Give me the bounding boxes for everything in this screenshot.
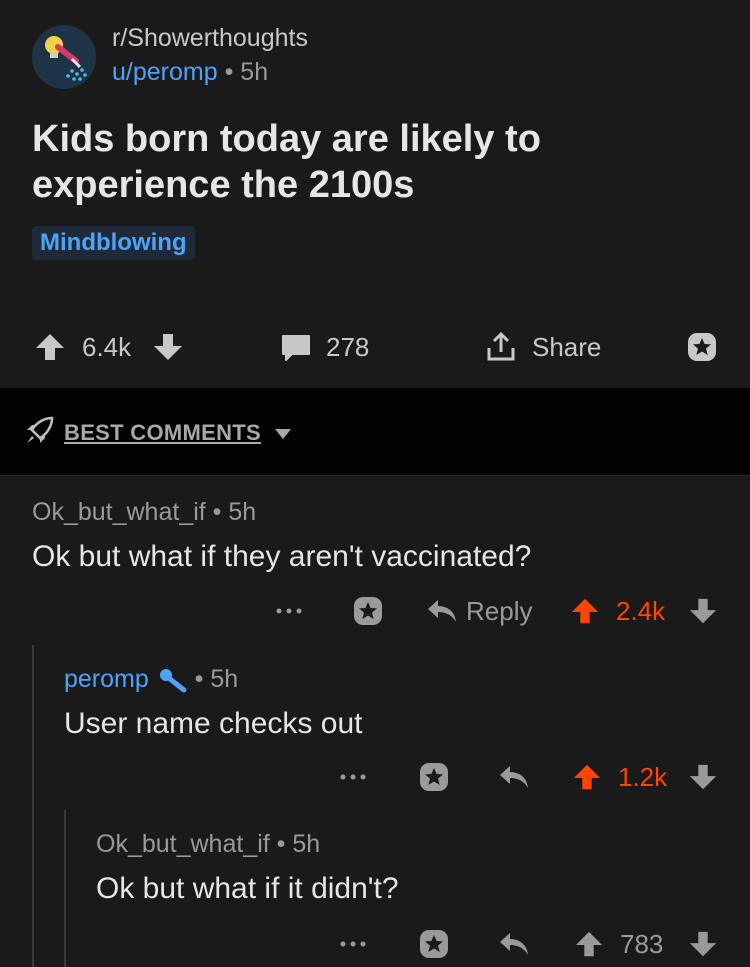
reply-button[interactable]: Reply (426, 591, 532, 631)
comment-award-button[interactable] (352, 591, 384, 631)
more-dots-icon (276, 608, 302, 614)
comment-sort-bar: BEST COMMENTS (0, 388, 750, 476)
award-icon (420, 930, 448, 958)
comment-author[interactable]: Ok_but_what_if (96, 830, 270, 858)
upvote-icon (573, 764, 601, 790)
comment-award-button[interactable] (418, 924, 450, 964)
byline-separator: • (224, 58, 234, 86)
comment-body: Ok but what if it didn't? (96, 872, 399, 905)
comment-age: 5h (210, 665, 239, 693)
downvote-icon (689, 598, 717, 624)
award-icon (354, 597, 382, 625)
post-title[interactable]: Kids born today are likely to experience… (32, 116, 712, 208)
award-icon (420, 763, 448, 791)
reply-label: Reply (466, 595, 533, 626)
comment-score: 1.2k (618, 761, 668, 792)
more-dots-icon (340, 941, 366, 947)
post-upvote-button[interactable] (34, 322, 66, 372)
reply-button[interactable] (498, 924, 530, 964)
post-comments-button[interactable]: 278 (280, 322, 369, 372)
post-score: 6.4k (82, 331, 132, 362)
subreddit-avatar-icon[interactable] (32, 25, 96, 89)
comment-upvote-button[interactable] (572, 757, 602, 797)
comment-score: 783 (620, 928, 664, 959)
reply-icon (428, 600, 456, 622)
subreddit-name[interactable]: r/Showerthoughts (112, 24, 308, 53)
comment-3: Ok_but_what_if • 5h Ok but what if it di… (0, 810, 750, 967)
meta-separator: • (276, 830, 286, 858)
comment-action-bar: 783 (0, 924, 750, 964)
rocket-icon (27, 416, 54, 443)
comment-1: Ok_but_what_if • 5h Ok but what if they … (0, 476, 750, 646)
downvote-icon (689, 931, 717, 957)
comment-body: User name checks out (64, 707, 363, 740)
post-card: r/Showerthoughts u/peromp • 5h Kids born… (0, 0, 750, 388)
comment-downvote-button[interactable] (688, 924, 718, 964)
microphone-icon (159, 669, 187, 693)
post-downvote-button[interactable] (152, 322, 184, 372)
comment-age: 5h (228, 498, 257, 526)
comment-action-bar: Reply 2.4k (0, 591, 750, 631)
meta-separator: • (194, 665, 204, 693)
reply-button[interactable] (498, 757, 530, 797)
comment-author[interactable]: Ok_but_what_if (32, 498, 206, 526)
comment-meta: peromp • 5h (64, 665, 238, 694)
comment-score: 2.4k (616, 595, 666, 626)
comment-icon (282, 335, 310, 361)
post-share-button[interactable]: Share (484, 322, 601, 372)
more-options-button[interactable] (340, 757, 366, 797)
share-icon (487, 331, 515, 361)
post-action-bar: 6.4k 278 Share (0, 322, 750, 372)
comment-award-button[interactable] (418, 757, 450, 797)
comment-meta: Ok_but_what_if • 5h (96, 830, 320, 859)
comment-body: Ok but what if they aren't vaccinated? (32, 540, 532, 573)
upvote-icon (575, 931, 603, 957)
comment-upvote-button[interactable] (574, 924, 604, 964)
upvote-icon (36, 334, 64, 360)
comment-meta: Ok_but_what_if • 5h (32, 498, 256, 527)
sort-selector[interactable]: BEST COMMENTS (64, 420, 261, 446)
downvote-icon (154, 334, 182, 360)
meta-separator: • (212, 498, 222, 526)
more-dots-icon (340, 774, 366, 780)
post-age: 5h (240, 58, 269, 86)
award-icon (688, 333, 716, 361)
post-byline: u/peromp • 5h (112, 58, 268, 87)
comment-2: peromp • 5h User name checks out 1.2k (0, 645, 750, 810)
reply-icon (500, 933, 528, 955)
comment-author-op[interactable]: peromp (64, 665, 149, 693)
upvote-icon (571, 598, 599, 624)
comment-downvote-button[interactable] (688, 591, 718, 631)
post-award-button[interactable] (686, 322, 718, 372)
comment-downvote-button[interactable] (688, 757, 718, 797)
reply-icon (500, 766, 528, 788)
share-label: Share (532, 331, 602, 362)
caret-down-icon[interactable] (274, 428, 292, 440)
comment-upvote-button[interactable] (570, 591, 600, 631)
reddit-post-page: r/Showerthoughts u/peromp • 5h Kids born… (0, 0, 750, 967)
post-author[interactable]: u/peromp (112, 58, 218, 86)
more-options-button[interactable] (340, 924, 366, 964)
comment-age: 5h (292, 830, 321, 858)
comment-action-bar: 1.2k (0, 757, 750, 797)
post-comments-count: 278 (326, 331, 370, 362)
post-flair[interactable]: Mindblowing (32, 226, 195, 260)
downvote-icon (689, 764, 717, 790)
more-options-button[interactable] (276, 591, 302, 631)
